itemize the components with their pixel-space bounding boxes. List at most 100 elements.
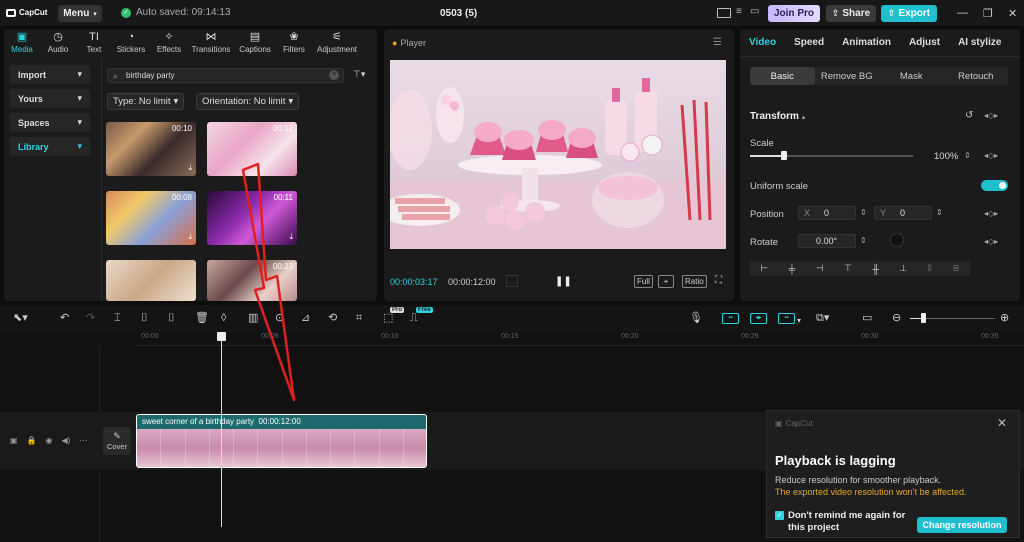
shortcut-icon[interactable]: ≡: [736, 6, 742, 17]
zoom-slider-handle[interactable]: [921, 313, 926, 323]
delete-icon[interactable]: 🗑: [195, 313, 209, 324]
freeze-icon[interactable]: ▥: [248, 313, 258, 324]
keyframe-icon[interactable]: ◂◇▸: [984, 209, 998, 218]
scale-slider-handle[interactable]: [781, 151, 787, 160]
align-right-icon[interactable]: ⊣: [816, 263, 824, 274]
position-y-field[interactable]: Y 0: [874, 206, 932, 220]
track-toggle-icon[interactable]: ▣: [10, 436, 18, 445]
menu-button[interactable]: Menu ▾: [58, 5, 102, 22]
playhead-handle[interactable]: [217, 332, 226, 341]
tab-captions[interactable]: ▤ Captions: [234, 29, 276, 57]
media-thumb[interactable]: 00:23: [207, 260, 297, 301]
download-icon[interactable]: ⤓: [188, 232, 192, 242]
tab-transitions[interactable]: ⋈ Transitions: [188, 29, 234, 57]
media-thumb[interactable]: [106, 260, 196, 301]
cover-button[interactable]: ✎ Cover: [103, 427, 131, 455]
stepper-icon[interactable]: ⇕: [860, 208, 867, 217]
video-preview[interactable]: [390, 60, 726, 249]
volume-icon[interactable]: ◀): [62, 436, 71, 445]
crop-icon[interactable]: ⌗: [356, 313, 362, 324]
align-left-icon[interactable]: ⊢: [760, 263, 768, 274]
video-clip[interactable]: sweet corner of a birthday party 00:00:1…: [136, 414, 427, 468]
timeline-ruler[interactable]: 00:00 00:05 00:10 00:15 00:20 00:25 00:3…: [137, 332, 1024, 346]
type-filter-dropdown[interactable]: Type: No limit ▾: [107, 93, 185, 110]
share-button[interactable]: ⇪ Share: [826, 5, 876, 22]
align-bottom-icon[interactable]: ⊥: [899, 263, 907, 274]
split-left-icon[interactable]: ⌷: [141, 313, 148, 324]
orientation-filter-dropdown[interactable]: Orientation: No limit ▾: [196, 93, 300, 110]
align-center-v-icon[interactable]: ╫: [872, 264, 878, 274]
side-item-import[interactable]: Import ▾: [10, 65, 90, 84]
redo-icon[interactable]: ↷: [86, 313, 95, 324]
keyframe-icon[interactable]: ◂◇▸: [984, 111, 998, 120]
reverse-icon[interactable]: ⊙: [275, 313, 284, 324]
position-x-field[interactable]: X 0: [798, 206, 856, 220]
tab-text[interactable]: TI Text: [76, 29, 112, 57]
uniform-scale-toggle[interactable]: [981, 180, 1008, 191]
transform-section-title[interactable]: Transform ▴: [750, 111, 805, 122]
preview-axis-icon[interactable]: ⧉▾: [816, 313, 829, 324]
close-window-icon[interactable]: ✕: [1008, 7, 1017, 20]
tab-filters[interactable]: ❀ Filters: [276, 29, 312, 57]
side-item-spaces[interactable]: Spaces ▾: [10, 113, 90, 132]
player-menu-icon[interactable]: ☰: [713, 37, 722, 48]
filter-sort-icon[interactable]: ⊤▾: [353, 69, 365, 80]
subtab-basic[interactable]: Basic: [750, 67, 815, 85]
tab-effects[interactable]: ✧ Effects: [150, 29, 188, 57]
stepper-icon[interactable]: ⇕: [936, 208, 943, 217]
link-icon[interactable]: ▪▪: [778, 313, 795, 324]
clear-search-icon[interactable]: ✕: [329, 70, 339, 80]
restore-icon[interactable]: ❐: [983, 7, 993, 20]
rotate-field[interactable]: 0.00°: [798, 234, 856, 248]
smart-cut-icon[interactable]: ⎍: [410, 313, 418, 324]
rotate-icon[interactable]: ⟲: [328, 313, 337, 324]
align-center-h-icon[interactable]: ╪: [789, 264, 795, 274]
rotate-dial-icon[interactable]: [890, 233, 904, 247]
select-tool-icon[interactable]: ⬉▾: [13, 313, 28, 324]
tab-adjustment[interactable]: ⚟ Adjustment: [312, 29, 362, 57]
tab-audio[interactable]: ◷ Audio: [40, 29, 76, 57]
microphone-icon[interactable]: 🎙: [689, 313, 703, 324]
download-icon[interactable]: ⤓: [188, 163, 192, 173]
distribute-v-icon[interactable]: ≣: [952, 263, 960, 274]
minimize-icon[interactable]: —: [957, 7, 968, 19]
close-icon[interactable]: ✕: [997, 416, 1007, 430]
project-name[interactable]: 0503 (5): [440, 8, 477, 19]
dont-remind-checkbox[interactable]: ✓: [775, 511, 784, 520]
tab-adjust[interactable]: Adjust: [900, 37, 949, 48]
caption-icon[interactable]: ▭: [862, 313, 872, 324]
tab-media[interactable]: ▣ Media: [4, 29, 40, 57]
reset-icon[interactable]: ↺: [965, 110, 973, 121]
monitor-icon[interactable]: ▭: [750, 6, 759, 17]
keyframe-icon[interactable]: ◂◇▸: [984, 151, 998, 160]
media-thumb[interactable]: 00:10 ⤓: [106, 122, 196, 176]
layout-icon[interactable]: [717, 8, 731, 18]
marker-icon[interactable]: ◊: [221, 313, 226, 324]
align-top-icon[interactable]: ⊤: [844, 263, 852, 274]
zoom-in-icon[interactable]: ⊕: [1000, 313, 1009, 324]
distribute-h-icon[interactable]: ⫴: [928, 263, 932, 274]
search-input[interactable]: ⌕ birthday party ✕: [107, 68, 344, 83]
side-item-yours[interactable]: Yours ▾: [10, 89, 90, 108]
mirror-icon[interactable]: ⊿: [301, 313, 310, 324]
join-pro-button[interactable]: Join Pro: [768, 5, 820, 22]
pause-button[interactable]: ❚❚: [555, 276, 572, 287]
tab-animation[interactable]: Animation: [833, 37, 900, 48]
stepper-icon[interactable]: ⇕: [860, 236, 867, 245]
main-track-magnet-icon[interactable]: ▪▪: [722, 313, 739, 324]
tab-speed[interactable]: Speed: [785, 37, 833, 48]
stepper-icon[interactable]: ⇕: [964, 151, 971, 160]
change-resolution-button[interactable]: Change resolution: [917, 517, 1007, 533]
split-right-icon[interactable]: ⌷: [168, 313, 175, 324]
full-quality-button[interactable]: Full: [634, 275, 653, 288]
export-button[interactable]: ⇧ Export: [881, 5, 937, 22]
subtab-retouch[interactable]: Retouch: [944, 67, 1009, 85]
media-thumb[interactable]: 00:12: [207, 122, 297, 176]
chevron-down-icon[interactable]: ▾: [797, 315, 801, 326]
tab-stickers[interactable]: ◔ Stickers: [112, 29, 150, 57]
split-icon[interactable]: ⌶: [114, 313, 121, 324]
zoom-out-icon[interactable]: ⊖: [892, 313, 901, 324]
media-thumb[interactable]: 00:08 ⤓: [106, 191, 196, 245]
download-icon[interactable]: ⤓: [289, 232, 293, 242]
media-thumb[interactable]: 00:11 ⤓: [207, 191, 297, 245]
